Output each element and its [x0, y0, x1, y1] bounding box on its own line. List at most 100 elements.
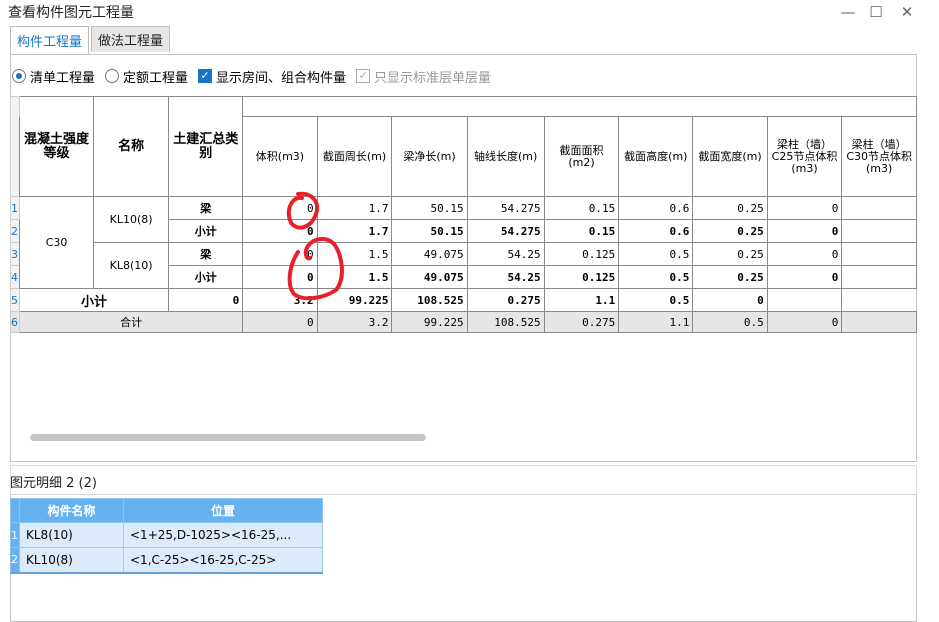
c25-cell: 0 [766, 311, 843, 333]
row-number: 5 [10, 288, 20, 312]
header-perimeter[interactable]: 截面周长(m) [316, 116, 393, 197]
name-cell: KL10(8) [93, 196, 170, 243]
header-axis-length[interactable]: 轴线长度(m) [466, 116, 545, 197]
radio-qingdan-label: 清单工程量 [30, 70, 96, 86]
total-label: 合计 [18, 311, 244, 333]
perimeter-cell: 1.5 [316, 242, 393, 266]
table-row[interactable]: 2 KL10(8) <1,C-25><16-25,C-25> [10, 547, 323, 574]
net-length-cell: 50.15 [391, 196, 468, 220]
axis-length-cell: 54.275 [466, 219, 545, 243]
volume-cell: 0 [242, 242, 318, 266]
c25-cell: 0 [766, 219, 843, 243]
width-cell: 0.5 [692, 311, 768, 333]
c25-cell: 0 [766, 265, 843, 289]
radio-dinge[interactable]: 定额工程量 [105, 67, 188, 86]
perimeter-cell: 1.5 [316, 265, 393, 289]
subtotal-label: 小计 [18, 288, 170, 312]
net-length-cell: 49.075 [391, 242, 468, 266]
table-row[interactable]: 1 KL8(10) <1+25,D-1025><16-25,... [10, 522, 323, 548]
checkbox-checked-icon: ✓ [198, 69, 213, 83]
detail-title-label: 图元明细 [10, 476, 63, 491]
height-cell: 0.6 [618, 219, 694, 243]
name-cell: KL8(10) [93, 242, 170, 289]
row-number: 2 [10, 219, 20, 243]
volume-cell: 0 [242, 265, 318, 289]
detail-position-cell: <1,C-25><16-25,C-25> [123, 547, 323, 574]
checkbox-standard-floor-label: 只显示标准层单层量 [374, 70, 492, 86]
tab-method-quantity[interactable]: 做法工程量 [91, 26, 171, 52]
net-length-cell: 50.15 [391, 219, 468, 243]
header-net-length[interactable]: 梁净长(m) [391, 116, 468, 197]
radio-unselected-icon [105, 69, 120, 83]
area-cell: 0.275 [466, 288, 545, 312]
volume-cell: 0 [242, 219, 318, 243]
detail-header-name[interactable]: 构件名称 [19, 498, 124, 523]
header-volume[interactable]: 体积(m3) [242, 116, 318, 197]
table-row[interactable]: 3 KL8(10) 梁 0 1.5 49.075 54.25 0.125 0.5… [10, 242, 917, 289]
table-row[interactable]: 1 C30 KL10(8) 梁 0 1.7 50.15 54.275 0.15 … [10, 196, 917, 289]
c30-cell [766, 288, 843, 312]
detail-header [10, 465, 917, 495]
maximize-icon[interactable]: ☐ [862, 2, 890, 22]
detail-name-cell: KL8(10) [19, 522, 124, 548]
c30-cell [841, 242, 917, 266]
tab-component-quantity[interactable]: 构件工程量 [10, 26, 90, 54]
radio-qingdan[interactable]: 清单工程量 [12, 67, 95, 86]
c30-cell [841, 219, 917, 243]
c25-cell: 0 [692, 288, 768, 312]
axis-length-cell: 108.525 [391, 288, 468, 312]
row-number: 6 [10, 311, 20, 333]
header-c30-node[interactable]: 梁柱（墙）C30节点体积(m3) [841, 116, 917, 197]
width-cell: 0.25 [692, 242, 768, 266]
header-category[interactable]: 土建汇总类别 [168, 96, 244, 197]
area-cell: 0.275 [543, 311, 620, 333]
tab-bar: 构件工程量 做法工程量 [10, 26, 171, 54]
checkbox-show-rooms[interactable]: ✓ 显示房间、组合构件量 [198, 67, 346, 86]
detail-title: 图元明细 2 (2) [10, 472, 97, 491]
header-area[interactable]: 截面面积(m2) [543, 116, 620, 197]
category-cell: 梁 [168, 196, 244, 220]
quantity-table: 混凝土强度等级 名称 土建汇总类别 体积(m3) 截面周长(m) 梁净长(m) … [10, 96, 917, 333]
area-cell: 0.15 [543, 196, 620, 220]
axis-length-cell: 54.25 [466, 242, 545, 266]
quantity-grid: 混凝土强度等级 名称 土建汇总类别 体积(m3) 截面周长(m) 梁净长(m) … [10, 96, 917, 356]
axis-length-cell: 54.275 [466, 196, 545, 220]
minimize-icon[interactable]: — [834, 2, 862, 22]
detail-name-cell: KL10(8) [19, 547, 124, 574]
checkbox-disabled-icon: ✓ [356, 69, 371, 83]
net-length-cell: 99.225 [316, 288, 393, 312]
category-cell: 梁 [168, 242, 244, 266]
row-number: 2 [10, 547, 20, 574]
grade-cell: C30 [18, 196, 95, 289]
checkbox-standard-floor[interactable]: ✓ 只显示标准层单层量 [356, 67, 491, 86]
volume-cell: 0 [168, 288, 244, 312]
volume-cell: 0 [242, 196, 318, 220]
header-height[interactable]: 截面高度(m) [618, 116, 694, 197]
header-grade[interactable]: 混凝土强度等级 [18, 96, 95, 197]
radio-dinge-label: 定额工程量 [123, 70, 189, 86]
perimeter-cell: 3.2 [316, 311, 393, 333]
detail-table: 构件名称 位置 1 KL8(10) <1+25,D-1025><16-25,..… [10, 498, 323, 574]
width-cell: 0.5 [618, 288, 694, 312]
options-row: 清单工程量 定额工程量 ✓ 显示房间、组合构件量 ✓ 只显示标准层单层量 [12, 66, 497, 86]
header-c25-node[interactable]: 梁柱（墙）C25节点体积(m3) [766, 116, 843, 197]
close-icon[interactable]: ✕ [893, 2, 921, 22]
height-cell: 0.5 [618, 242, 694, 266]
c30-cell [841, 196, 917, 220]
height-cell: 1.1 [543, 288, 620, 312]
subtotal-row[interactable]: 5 小计 0 3.2 99.225 108.525 0.275 1.1 0.5 … [10, 288, 917, 312]
row-number: 1 [10, 196, 20, 220]
header-name[interactable]: 名称 [93, 96, 170, 197]
c30-cell [841, 265, 917, 289]
header-width[interactable]: 截面宽度(m) [692, 116, 768, 197]
detail-position-cell: <1+25,D-1025><16-25,... [123, 522, 323, 548]
detail-header-position[interactable]: 位置 [123, 498, 323, 523]
axis-length-cell: 108.525 [466, 311, 545, 333]
width-cell: 0.25 [692, 265, 768, 289]
row-number: 4 [10, 265, 20, 289]
axis-length-cell: 54.25 [466, 265, 545, 289]
total-row[interactable]: 6 合计 0 3.2 99.225 108.525 0.275 1.1 0.5 … [10, 311, 917, 333]
height-cell: 1.1 [618, 311, 694, 333]
horizontal-scrollbar[interactable] [30, 434, 426, 441]
net-length-cell: 99.225 [391, 311, 468, 333]
